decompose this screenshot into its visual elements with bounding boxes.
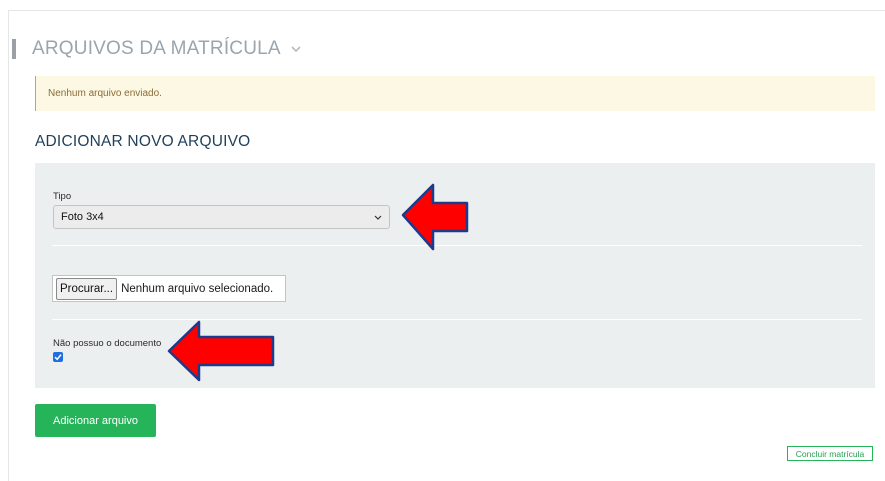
select-caret-icon <box>374 215 382 220</box>
section-header[interactable]: ARQUIVOS DA MATRÍCULA <box>12 38 303 60</box>
add-file-button[interactable]: Adicionar arquivo <box>35 404 156 437</box>
no-document-label: Não possuo o documento <box>53 338 162 349</box>
no-files-alert: Nenhum arquivo enviado. <box>35 76 875 111</box>
top-divider <box>8 10 885 11</box>
red-arrow-icon <box>167 320 275 382</box>
type-select[interactable]: Foto 3x4 <box>53 205 390 229</box>
type-label: Tipo <box>53 191 72 202</box>
add-file-title: ADICIONAR NOVO ARQUIVO <box>35 133 251 150</box>
checkmark-icon <box>54 354 62 361</box>
left-divider <box>8 10 9 481</box>
alert-message: Nenhum arquivo enviado. <box>48 88 162 99</box>
type-select-value: Foto 3x4 <box>61 211 104 223</box>
finish-enrollment-button[interactable]: Concluir matrícula <box>787 446 873 461</box>
browse-button[interactable]: Procurar... <box>56 277 118 300</box>
file-input[interactable]: Procurar... Nenhum arquivo selecionado. <box>52 275 286 302</box>
section-title: ARQUIVOS DA MATRÍCULA <box>32 38 281 59</box>
section-accent-bar <box>12 39 16 59</box>
red-arrow-icon <box>401 183 469 251</box>
no-document-checkbox[interactable] <box>53 352 63 362</box>
file-status: Nenhum arquivo selecionado. <box>121 282 274 295</box>
chevron-down-icon[interactable] <box>289 42 303 56</box>
